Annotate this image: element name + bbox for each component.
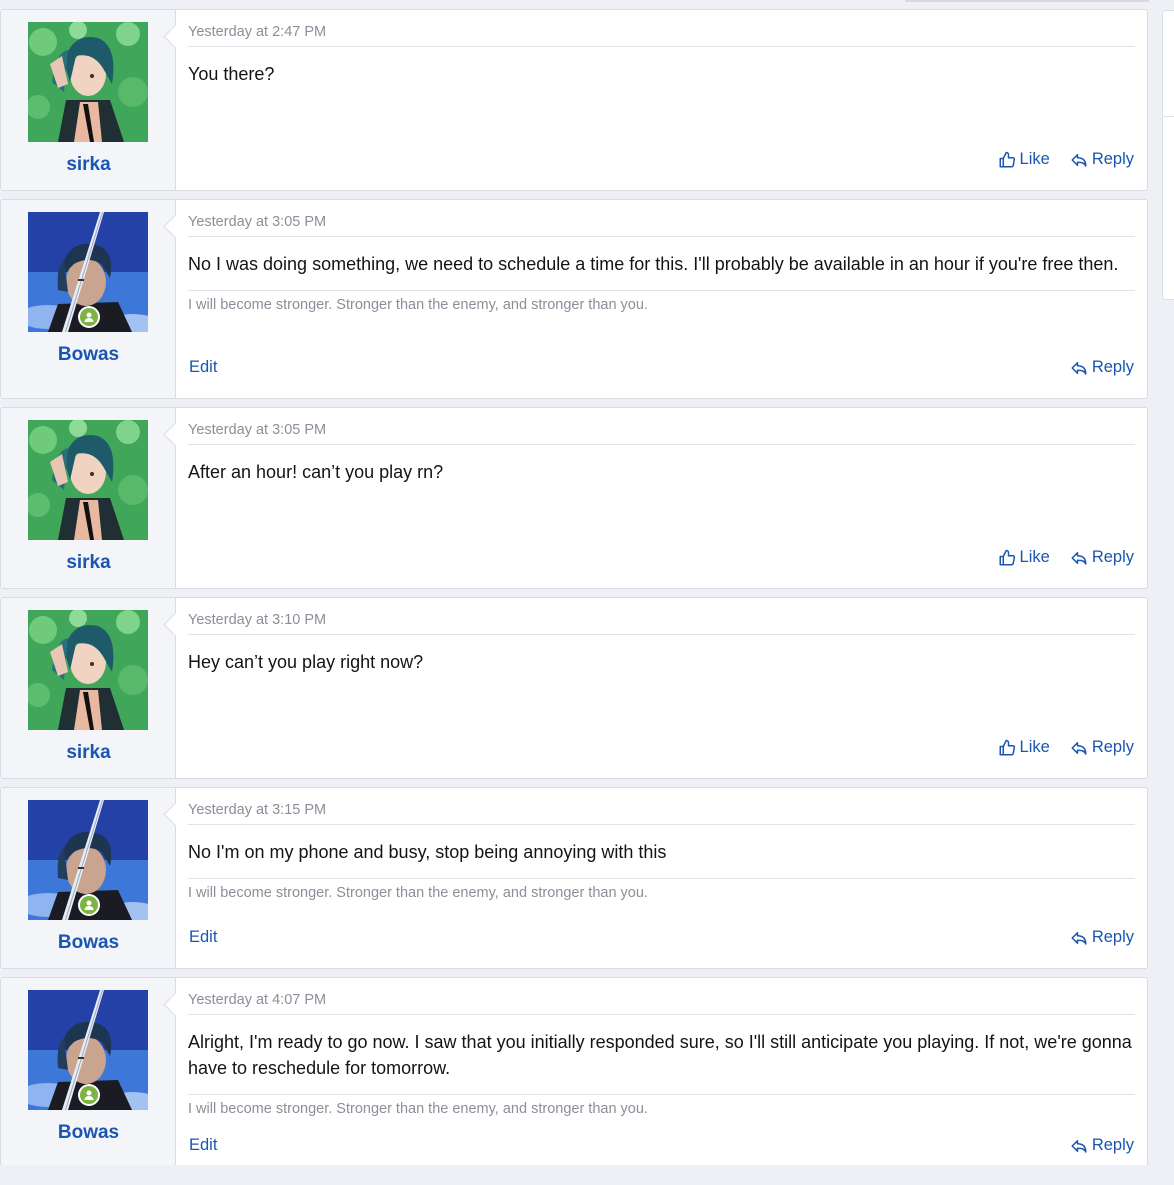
user-panel: sirka bbox=[1, 10, 188, 190]
username[interactable]: sirka bbox=[1, 154, 176, 176]
bottom-strip bbox=[0, 1165, 1174, 1177]
signature: I will become stronger. Stronger than th… bbox=[188, 1094, 1135, 1117]
online-indicator bbox=[78, 1084, 100, 1106]
avatar[interactable] bbox=[28, 420, 148, 540]
post-actions: Edit Reply bbox=[188, 1136, 1134, 1158]
top-pill bbox=[905, 0, 1149, 2]
post-actions-right: Like Reply bbox=[998, 150, 1134, 169]
avatar[interactable] bbox=[28, 22, 148, 142]
post-body: You there? bbox=[188, 64, 275, 84]
post-main: Yesterday at 2:47 PM You there? Like Rep… bbox=[176, 10, 1147, 190]
post-actions: Like Reply bbox=[188, 150, 1134, 172]
reply-icon bbox=[1070, 359, 1088, 377]
reply-icon bbox=[1070, 549, 1088, 567]
post-timestamp[interactable]: Yesterday at 4:07 PM bbox=[188, 992, 1135, 1015]
like-button[interactable]: Like bbox=[998, 548, 1050, 567]
reply-label: Reply bbox=[1091, 1136, 1134, 1154]
like-label: Like bbox=[1019, 548, 1050, 566]
post-actions-right: Like Reply bbox=[998, 738, 1134, 757]
like-button[interactable]: Like bbox=[998, 738, 1050, 757]
user-panel: Bowas bbox=[1, 788, 188, 968]
post-main: Yesterday at 4:07 PM Alright, I'm ready … bbox=[176, 978, 1147, 1176]
online-user-icon bbox=[80, 308, 98, 326]
message-post: Bowas Yesterday at 3:05 PM No I was doin… bbox=[0, 199, 1148, 399]
post-actions: Edit Reply bbox=[188, 358, 1134, 380]
reply-button[interactable]: Reply bbox=[1070, 150, 1134, 169]
message-post: sirka Yesterday at 3:10 PM Hey can’t you… bbox=[0, 597, 1148, 779]
post-body: No I'm on my phone and busy, stop being … bbox=[188, 842, 667, 862]
username[interactable]: sirka bbox=[1, 742, 176, 764]
post-main: Yesterday at 3:10 PM Hey can’t you play … bbox=[176, 598, 1147, 778]
online-indicator bbox=[78, 306, 100, 328]
reply-icon bbox=[1070, 1137, 1088, 1155]
edit-button[interactable]: Edit bbox=[189, 1136, 217, 1155]
post-body: Alright, I'm ready to go now. I saw that… bbox=[188, 1032, 1132, 1078]
post-actions: Edit Reply bbox=[188, 928, 1134, 950]
reply-button[interactable]: Reply bbox=[1070, 548, 1134, 567]
post-timestamp[interactable]: Yesterday at 2:47 PM bbox=[188, 24, 1135, 47]
top-strip bbox=[0, 0, 1174, 9]
username[interactable]: Bowas bbox=[1, 344, 176, 366]
username[interactable]: sirka bbox=[1, 552, 176, 574]
online-user-icon bbox=[80, 1086, 98, 1104]
user-panel: Bowas bbox=[1, 200, 188, 398]
message-thread: sirka Yesterday at 2:47 PM You there? Li… bbox=[0, 9, 1150, 1185]
reply-icon bbox=[1070, 151, 1088, 169]
sidebar-divider bbox=[1163, 116, 1174, 117]
sidebar-edge bbox=[1162, 10, 1174, 300]
post-timestamp[interactable]: Yesterday at 3:05 PM bbox=[188, 214, 1135, 237]
like-label: Like bbox=[1019, 738, 1050, 756]
username[interactable]: Bowas bbox=[1, 932, 176, 954]
reply-button[interactable]: Reply bbox=[1070, 928, 1134, 947]
post-timestamp[interactable]: Yesterday at 3:15 PM bbox=[188, 802, 1135, 825]
like-label: Like bbox=[1019, 150, 1050, 168]
like-icon bbox=[998, 549, 1016, 567]
reply-label: Reply bbox=[1091, 928, 1134, 946]
message-post: Bowas Yesterday at 4:07 PM Alright, I'm … bbox=[0, 977, 1148, 1177]
username[interactable]: Bowas bbox=[1, 1122, 176, 1144]
post-timestamp[interactable]: Yesterday at 3:05 PM bbox=[188, 422, 1135, 445]
post-main: Yesterday at 3:05 PM No I was doing some… bbox=[176, 200, 1147, 398]
reply-icon bbox=[1070, 739, 1088, 757]
reply-button[interactable]: Reply bbox=[1070, 358, 1134, 377]
reply-icon bbox=[1070, 929, 1088, 947]
post-actions: Like Reply bbox=[188, 548, 1134, 570]
reply-label: Reply bbox=[1091, 358, 1134, 376]
edit-button[interactable]: Edit bbox=[189, 928, 217, 947]
post-actions-right: Reply bbox=[1070, 1136, 1134, 1155]
message-post: Bowas Yesterday at 3:15 PM No I'm on my … bbox=[0, 787, 1148, 969]
signature: I will become stronger. Stronger than th… bbox=[188, 290, 1135, 313]
post-actions: Like Reply bbox=[188, 738, 1134, 760]
post-main: Yesterday at 3:05 PM After an hour! can’… bbox=[176, 408, 1147, 588]
reply-label: Reply bbox=[1091, 738, 1134, 756]
post-actions-right: Reply bbox=[1070, 358, 1134, 377]
online-indicator bbox=[78, 894, 100, 916]
reply-button[interactable]: Reply bbox=[1070, 738, 1134, 757]
like-button[interactable]: Like bbox=[998, 150, 1050, 169]
post-actions-right: Reply bbox=[1070, 928, 1134, 947]
post-main: Yesterday at 3:15 PM No I'm on my phone … bbox=[176, 788, 1147, 968]
reply-label: Reply bbox=[1091, 548, 1134, 566]
post-actions-right: Like Reply bbox=[998, 548, 1134, 567]
user-panel: sirka bbox=[1, 408, 188, 588]
edit-button[interactable]: Edit bbox=[189, 358, 217, 377]
user-panel: Bowas bbox=[1, 978, 188, 1176]
reply-label: Reply bbox=[1091, 150, 1134, 168]
message-post: sirka Yesterday at 3:05 PM After an hour… bbox=[0, 407, 1148, 589]
signature: I will become stronger. Stronger than th… bbox=[188, 878, 1135, 901]
post-body: After an hour! can’t you play rn? bbox=[188, 462, 444, 482]
like-icon bbox=[998, 151, 1016, 169]
reply-button[interactable]: Reply bbox=[1070, 1136, 1134, 1155]
post-body: Hey can’t you play right now? bbox=[188, 652, 424, 672]
post-body: No I was doing something, we need to sch… bbox=[188, 254, 1119, 274]
user-panel: sirka bbox=[1, 598, 188, 778]
online-user-icon bbox=[80, 896, 98, 914]
like-icon bbox=[998, 739, 1016, 757]
message-post: sirka Yesterday at 2:47 PM You there? Li… bbox=[0, 9, 1148, 191]
avatar[interactable] bbox=[28, 610, 148, 730]
post-timestamp[interactable]: Yesterday at 3:10 PM bbox=[188, 612, 1135, 635]
